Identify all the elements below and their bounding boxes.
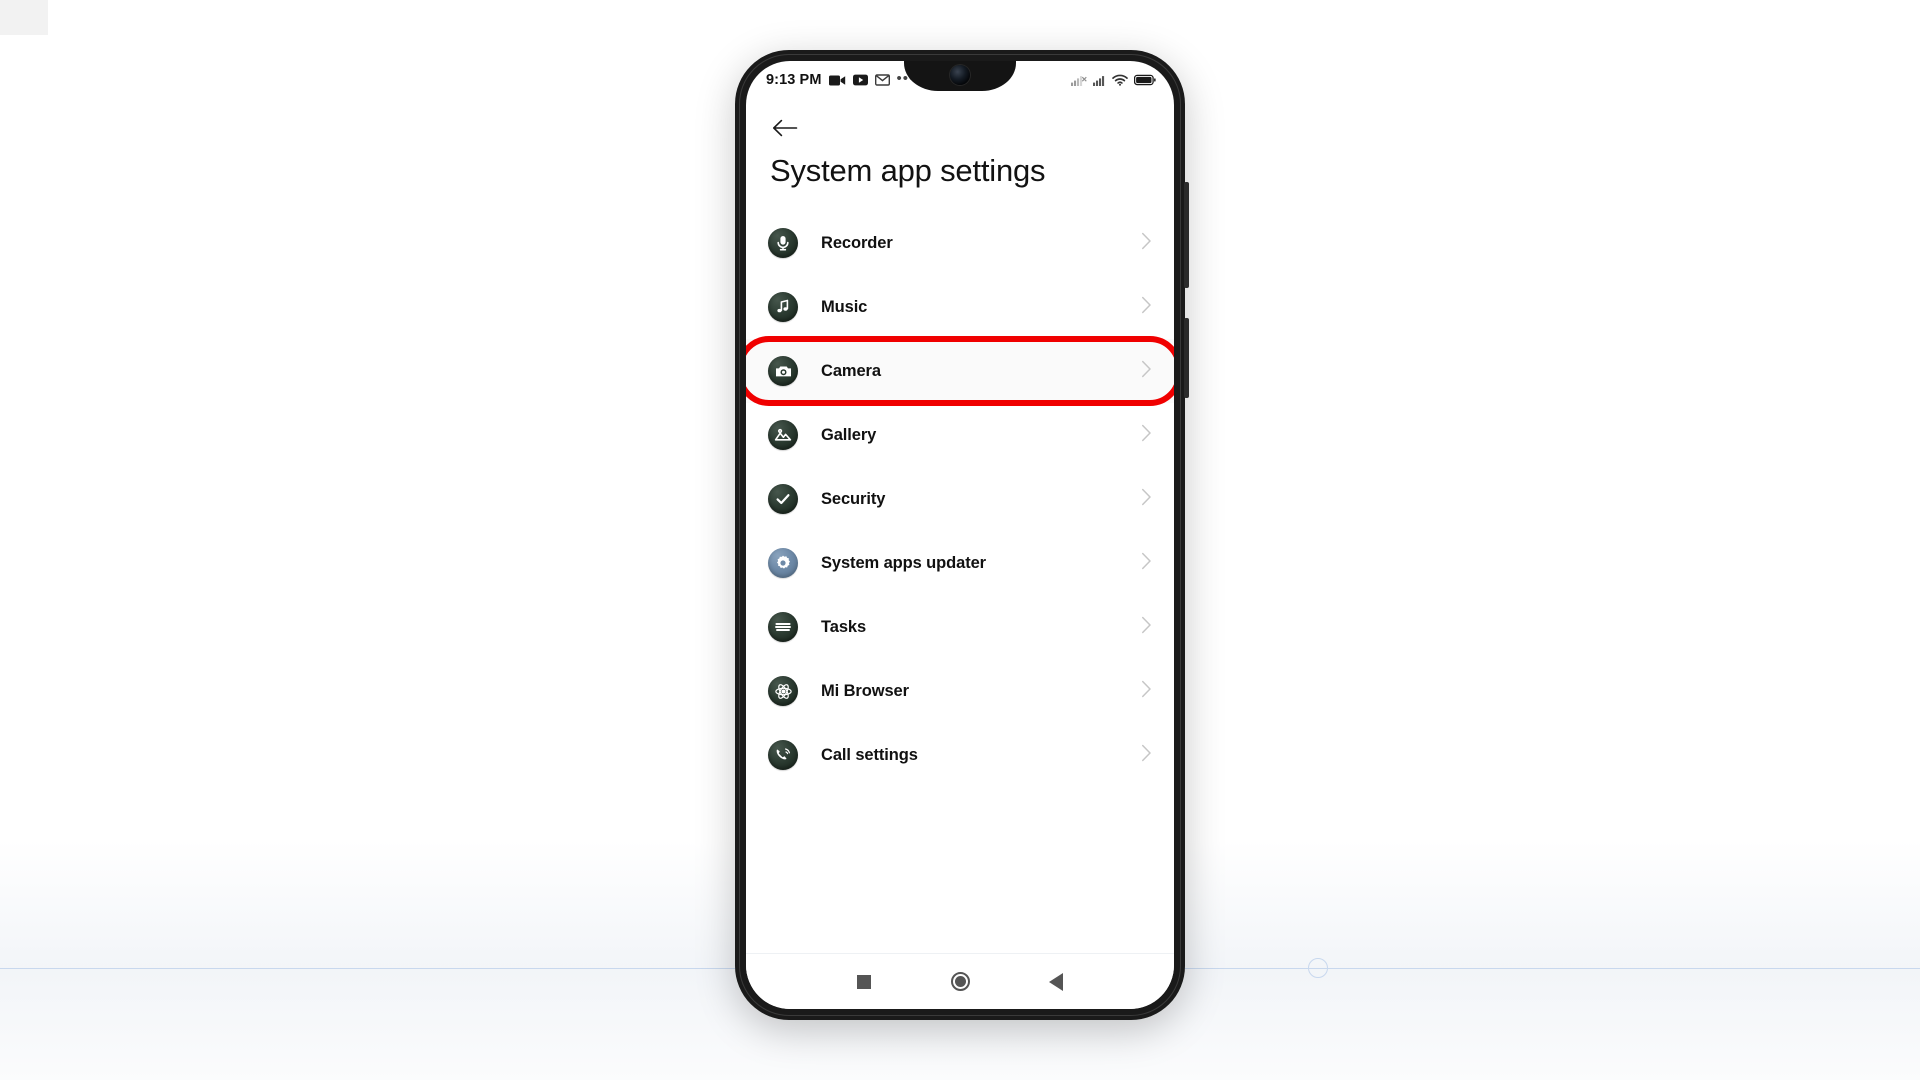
square-icon <box>857 974 871 989</box>
youtube-icon <box>852 74 868 86</box>
video-camera-icon <box>828 75 845 85</box>
chevron-right-icon <box>1141 744 1152 767</box>
chevron-right-icon <box>1141 680 1152 703</box>
page-title: System app settings <box>770 153 1046 188</box>
chevron-right-icon <box>1141 552 1152 575</box>
list-item-gallery[interactable]: Gallery <box>746 403 1174 467</box>
home-button[interactable] <box>940 962 980 1002</box>
status-bar-clock: 9:13 PM <box>766 72 822 88</box>
back-button[interactable] <box>1036 962 1076 1002</box>
battery-icon <box>1134 74 1156 86</box>
music-note-icon <box>768 292 798 322</box>
list-lines-icon <box>768 612 798 642</box>
recents-button[interactable] <box>844 962 884 1002</box>
wifi-icon <box>1112 74 1128 86</box>
front-camera-icon <box>950 65 970 85</box>
list-item-label: Music <box>821 297 868 316</box>
list-item-tasks[interactable]: Tasks <box>746 595 1174 659</box>
gmail-icon <box>874 74 890 86</box>
image-mountain-icon <box>768 420 798 450</box>
signal-bars-icon <box>1093 76 1105 86</box>
list-item-mi-browser[interactable]: Mi Browser <box>746 659 1174 723</box>
microphone-icon <box>768 228 798 258</box>
circle-icon <box>950 972 970 991</box>
chevron-right-icon <box>1141 360 1152 383</box>
system-app-list: Recorder Music Camera Gallery Security System… <box>746 211 1174 787</box>
chevron-right-icon <box>1141 488 1152 511</box>
list-item-system-apps-updater[interactable]: System apps updater <box>746 531 1174 595</box>
status-bar-left: 9:13 PM ••• <box>766 71 915 89</box>
chevron-right-icon <box>1141 232 1152 255</box>
phone-screen: 9:13 PM ••• System app settings Recorder… <box>746 61 1174 1009</box>
list-item-label: System apps updater <box>821 553 986 572</box>
list-item-label: Recorder <box>821 233 893 252</box>
list-item-label: Gallery <box>821 425 877 444</box>
list-item-label: Security <box>821 489 886 508</box>
list-item-label: Mi Browser <box>821 681 909 700</box>
volume-rocker-button[interactable] <box>1184 182 1189 288</box>
triangle-left-icon <box>1049 972 1063 991</box>
chevron-right-icon <box>1141 296 1152 319</box>
status-bar-right <box>1071 74 1156 86</box>
list-item-music[interactable]: Music <box>746 275 1174 339</box>
background-corner-block <box>0 0 48 35</box>
page-root: 9:13 PM ••• System app settings Recorder… <box>0 0 1920 1080</box>
signal-no-service-icon <box>1071 76 1087 86</box>
list-item-call-settings[interactable]: Call settings <box>746 723 1174 787</box>
background-hairline-marker <box>1308 958 1328 978</box>
list-item-label: Call settings <box>821 745 918 764</box>
list-item-camera[interactable]: Camera <box>746 339 1174 403</box>
camera-icon <box>768 356 798 386</box>
chevron-right-icon <box>1141 616 1152 639</box>
checkmark-icon <box>768 484 798 514</box>
waterdrop-notch <box>904 61 1016 91</box>
phone-icon <box>768 740 798 770</box>
phone-device-frame: 9:13 PM ••• System app settings Recorder… <box>735 50 1189 1020</box>
list-item-recorder[interactable]: Recorder <box>746 211 1174 275</box>
atom-orbit-icon <box>768 676 798 706</box>
list-item-label: Tasks <box>821 617 867 636</box>
list-item-security[interactable]: Security <box>746 467 1174 531</box>
power-button[interactable] <box>1184 318 1189 398</box>
list-item-label: Camera <box>821 361 881 380</box>
gear-icon <box>768 548 798 578</box>
chevron-right-icon <box>1141 424 1152 447</box>
back-arrow-icon[interactable] <box>768 111 802 145</box>
android-navigation-bar <box>746 953 1174 1009</box>
app-bar <box>746 99 1174 159</box>
